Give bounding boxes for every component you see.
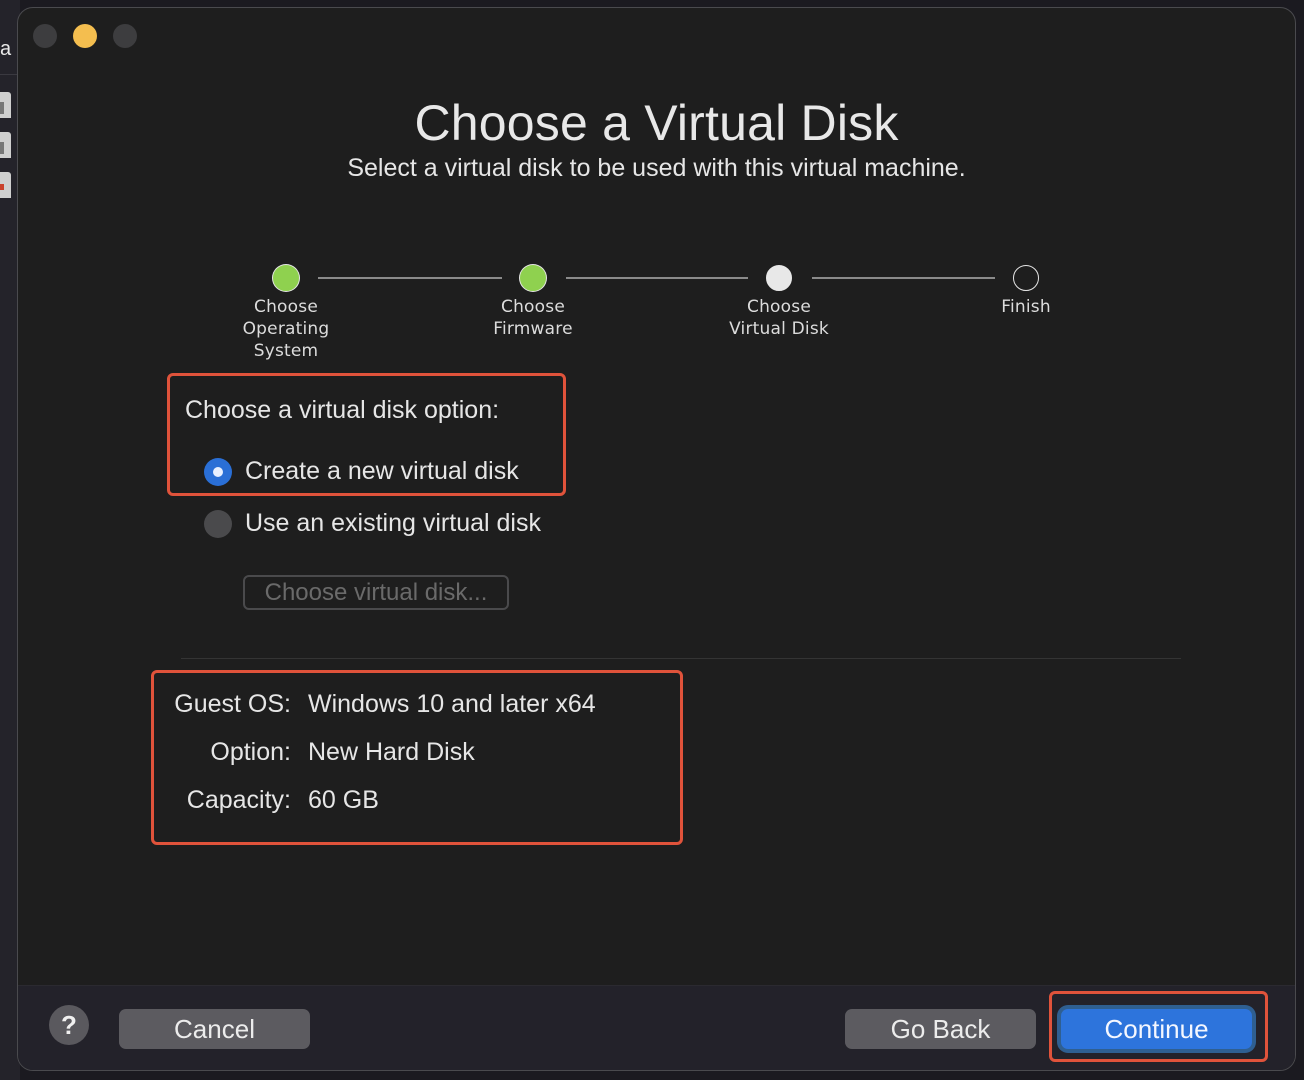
step-pending-icon xyxy=(1013,265,1039,291)
radio-label: Create a new virtual disk xyxy=(245,457,519,485)
step-current-icon xyxy=(766,265,792,291)
continue-button[interactable]: Continue xyxy=(1061,1009,1252,1049)
summary-row-guest-os: Guest OS: Windows 10 and later x64 xyxy=(174,689,596,718)
go-back-button[interactable]: Go Back xyxy=(845,1009,1036,1049)
step-complete-icon xyxy=(273,265,299,291)
step-choose-firmware: Choose Firmware xyxy=(453,265,613,340)
radio-use-existing-disk[interactable]: Use an existing virtual disk xyxy=(204,509,541,538)
disk-option-prompt: Choose a virtual disk option: xyxy=(185,396,500,424)
section-divider xyxy=(181,658,1181,659)
background-app-text: a xyxy=(0,38,12,60)
cancel-button[interactable]: Cancel xyxy=(119,1009,310,1049)
radio-create-new-disk[interactable]: Create a new virtual disk xyxy=(204,457,519,486)
button-bar: ? Cancel Go Back Continue xyxy=(18,985,1295,1070)
new-vm-assistant-window: Choose a Virtual Disk Select a virtual d… xyxy=(17,7,1296,1071)
window-controls xyxy=(33,24,137,48)
radio-label: Use an existing virtual disk xyxy=(245,509,541,537)
step-choose-operating-system: Choose Operating System xyxy=(206,265,366,362)
choose-virtual-disk-button[interactable]: Choose virtual disk... xyxy=(243,575,509,610)
step-complete-icon xyxy=(520,265,546,291)
summary-row-capacity: Capacity: 60 GB xyxy=(186,785,379,814)
summary-panel: Guest OS: Windows 10 and later x64 Optio… xyxy=(153,680,693,824)
page-subtitle: Select a virtual disk to be used with th… xyxy=(347,154,966,182)
step-choose-virtual-disk: Choose Virtual Disk xyxy=(699,265,859,340)
file-icon[interactable] xyxy=(0,172,11,198)
file-icon[interactable] xyxy=(0,92,11,118)
radio-unselected-icon[interactable] xyxy=(204,509,232,538)
summary-row-option: Option: New Hard Disk xyxy=(210,737,475,766)
minimize-window-button[interactable] xyxy=(73,24,97,48)
help-button[interactable]: ? xyxy=(49,1005,89,1045)
close-window-button[interactable] xyxy=(33,24,57,48)
radio-selected-icon[interactable] xyxy=(204,457,232,486)
zoom-window-button[interactable] xyxy=(113,24,137,48)
page-title: Choose a Virtual Disk xyxy=(414,95,899,151)
file-icon[interactable] xyxy=(0,132,11,158)
progress-stepper: Choose Operating System Choose Firmware … xyxy=(18,265,1295,375)
step-finish: Finish xyxy=(946,265,1106,318)
